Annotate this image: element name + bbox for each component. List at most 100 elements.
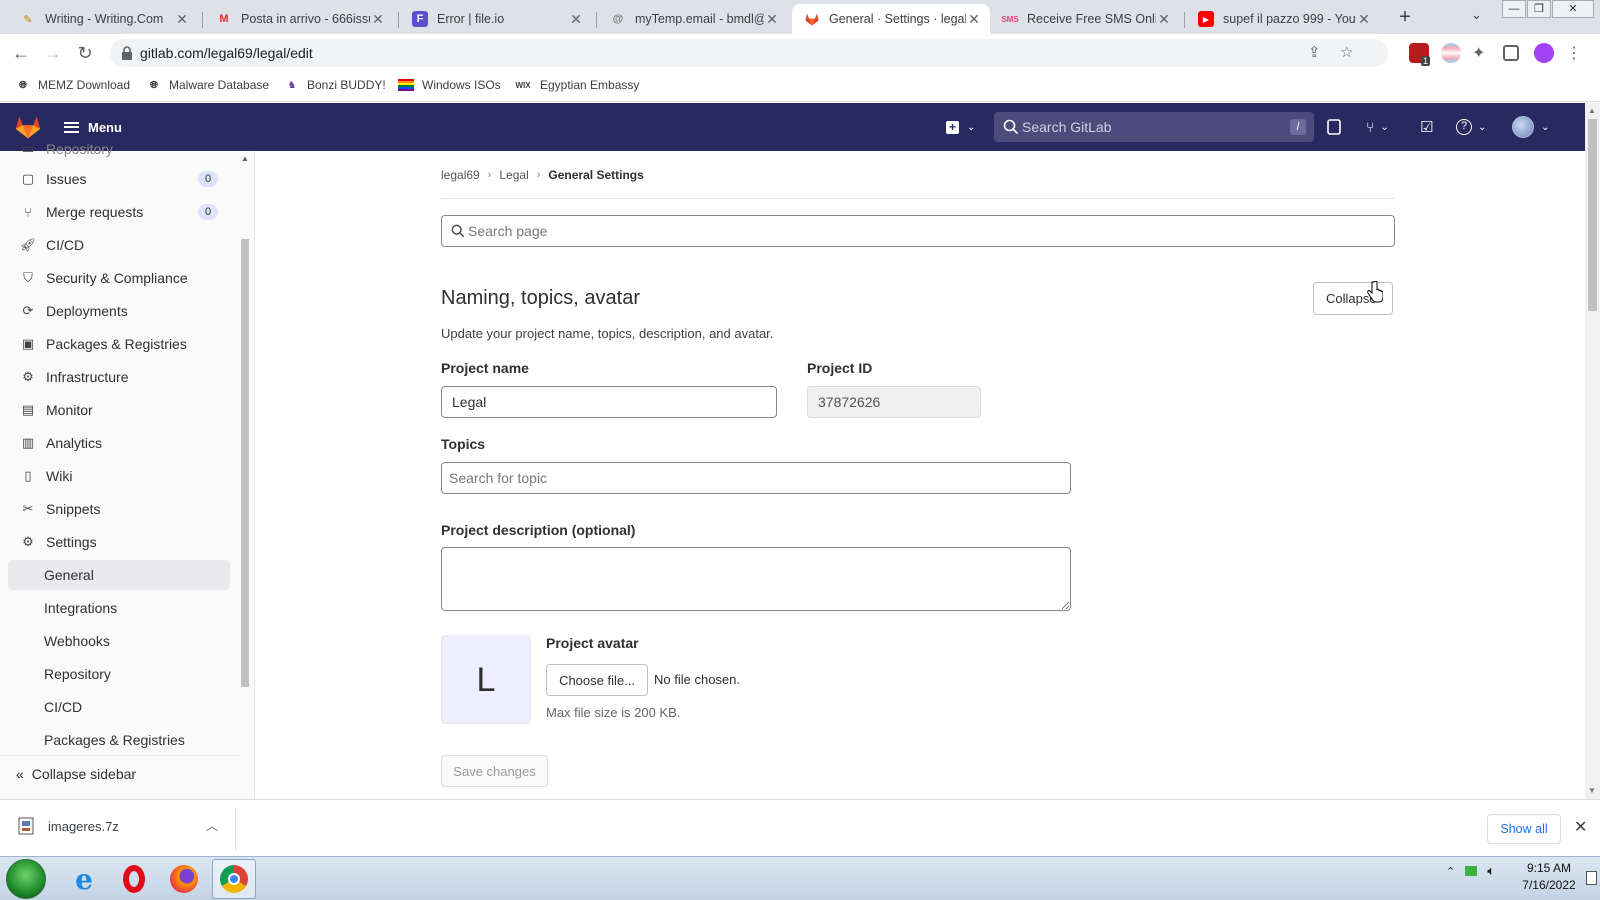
breadcrumb: legal69 › Legal › General Settings	[441, 168, 644, 182]
project-description-textarea[interactable]	[441, 547, 1071, 611]
sidebar-item-partial[interactable]: ▭ Repository	[8, 139, 230, 159]
back-arrow-icon[interactable]: ←	[8, 40, 34, 66]
book-icon: ▯	[24, 468, 32, 483]
chrome-icon[interactable]	[212, 859, 256, 899]
todo-checkbox-icon[interactable]: ☑	[1420, 117, 1433, 137]
browser-tab[interactable]: @ myTemp.email - bmdl@ ✕	[598, 4, 788, 34]
bookmark-bonzi[interactable]: ♞ Bonzi BUDDY!	[285, 78, 386, 92]
sidebar-subitem-integrations[interactable]: Integrations	[8, 593, 230, 623]
sidebar-subitem-webhooks[interactable]: Webhooks	[8, 626, 230, 656]
action-center-flag-icon[interactable]	[1586, 871, 1597, 885]
collapse-sidebar-button[interactable]: « Collapse sidebar	[0, 755, 240, 791]
sidebar-subitem-packages[interactable]: Packages & Registries	[8, 725, 230, 755]
bookmark-malware-database[interactable]: 🌐︎ Malware Database	[147, 78, 269, 92]
scroll-up-arrow-icon[interactable]: ▲	[1588, 106, 1596, 115]
create-new-icon[interactable]: + ⌄	[946, 117, 975, 137]
close-tab-icon[interactable]: ✕	[1356, 11, 1372, 28]
sidebar-subitem-general[interactable]: General	[8, 560, 230, 590]
menu-button[interactable]: Menu	[64, 115, 122, 139]
search-page-field[interactable]	[441, 215, 1395, 247]
opera-icon[interactable]	[112, 859, 156, 899]
sidebar-item-security[interactable]: ⛉ Security & Compliance	[8, 263, 230, 293]
bookmark-windows-isos[interactable]: Windows ISOs	[398, 78, 501, 92]
browser-tab[interactable]: ✎ Writing - Writing.Com ✕	[8, 4, 198, 34]
breadcrumb-current[interactable]: General Settings	[548, 168, 643, 182]
sidebar-item-settings[interactable]: ⚙ Settings	[8, 527, 230, 557]
reload-icon[interactable]: ↻	[72, 40, 98, 66]
breadcrumb-link[interactable]: Legal	[499, 168, 528, 182]
browser-tab-active[interactable]: General · Settings · legal ✕	[792, 4, 990, 34]
close-tab-icon[interactable]: ✕	[764, 11, 780, 28]
forward-arrow-icon[interactable]: →	[40, 40, 66, 66]
page-scrollbar[interactable]: ▲ ▼	[1585, 103, 1600, 799]
sidebar-item-merge-requests[interactable]: ⑂ Merge requests 0	[8, 197, 230, 227]
chevron-up-icon[interactable]: ︿	[206, 817, 218, 834]
project-name-input[interactable]	[441, 386, 777, 418]
minimize-window-icon[interactable]: —	[1502, 0, 1526, 18]
bookmark-memz[interactable]: 🌐︎ MEMZ Download	[16, 78, 130, 92]
sidebar-subitem-cicd[interactable]: CI/CD	[8, 692, 230, 722]
merge-requests-icon[interactable]: ⑂ ⌄	[1366, 117, 1389, 137]
url-text[interactable]: gitlab.com/legal69/legal/edit	[140, 45, 313, 61]
volume-icon[interactable]: 🔈︎	[1487, 863, 1495, 879]
address-bar[interactable]: gitlab.com/legal69/legal/edit ⇪ ☆	[110, 39, 1388, 67]
taskbar-clock[interactable]: 9:15 AM 7/16/2022	[1514, 860, 1584, 894]
scroll-down-arrow-icon[interactable]: ▼	[1588, 786, 1596, 795]
browser-tab[interactable]: F Error | file.io ✕	[400, 4, 592, 34]
windows-start-button[interactable]	[6, 859, 46, 899]
kebab-menu-icon[interactable]: ⋮	[1566, 43, 1586, 63]
close-tab-icon[interactable]: ✕	[370, 11, 386, 28]
tab-search-chevron-icon[interactable]: ⌄	[1471, 7, 1482, 23]
browser-tab[interactable]: ▶ supef il pazzo 999 - YouT ✕	[1186, 4, 1380, 34]
side-panel-icon[interactable]	[1503, 45, 1519, 61]
show-all-downloads-button[interactable]: Show all	[1487, 814, 1561, 844]
sidebar-item-packages[interactable]: ▣ Packages & Registries	[8, 329, 230, 359]
help-icon[interactable]: ? ⌄	[1456, 117, 1486, 137]
breadcrumb-link[interactable]: legal69	[441, 168, 480, 182]
sidebar-item-deployments[interactable]: ⟳ Deployments	[8, 296, 230, 326]
sidebar-item-issues[interactable]: ▢ Issues 0	[8, 164, 230, 194]
new-tab-button[interactable]: +	[1392, 5, 1418, 31]
sidebar-item-monitor[interactable]: ▤ Monitor	[8, 395, 230, 425]
sidebar-item-wiki[interactable]: ▯ Wiki	[8, 461, 230, 491]
sidebar-item-cicd[interactable]: 🚀︎ CI/CD	[8, 230, 230, 260]
sidebar-subitem-repository[interactable]: Repository	[8, 659, 230, 689]
close-tab-icon[interactable]: ✕	[966, 11, 982, 28]
restore-window-icon[interactable]: ❐	[1527, 0, 1551, 18]
chevron-down-icon[interactable]: ⌄	[1541, 117, 1549, 137]
issues-icon[interactable]	[1327, 117, 1341, 137]
share-icon[interactable]: ⇪	[1308, 43, 1321, 61]
sidebar-item-snippets[interactable]: ✂ Snippets	[8, 494, 230, 524]
close-tab-icon[interactable]: ✕	[568, 11, 584, 28]
sidebar-item-analytics[interactable]: ▥ Analytics	[8, 428, 230, 458]
puzzle-extensions-icon[interactable]: ✦	[1472, 43, 1492, 63]
browser-tab[interactable]: M Posta in arrivo - 666issu ✕	[204, 4, 394, 34]
download-item[interactable]: imageres.7z	[18, 817, 119, 835]
page-scrollbar-thumb[interactable]	[1588, 119, 1597, 311]
scroll-up-arrow-icon[interactable]: ▲	[241, 154, 249, 163]
bookmark-egyptian-embassy[interactable]: WIX Egyptian Embassy	[514, 78, 639, 92]
close-tab-icon[interactable]: ✕	[174, 11, 190, 28]
battery-icon[interactable]	[1465, 866, 1478, 876]
internet-explorer-icon[interactable]: e	[62, 859, 106, 899]
close-downloads-icon[interactable]: ✕	[1574, 817, 1587, 837]
close-window-icon[interactable]: ✕	[1552, 0, 1594, 18]
search-page-input[interactable]	[468, 217, 1368, 245]
gitlab-logo-icon[interactable]	[14, 113, 42, 141]
close-tab-icon[interactable]: ✕	[1156, 11, 1172, 28]
gitlab-search[interactable]: Search GitLab /	[994, 112, 1314, 142]
show-hidden-icons-icon[interactable]: ⌃	[1446, 865, 1455, 878]
firefox-icon[interactable]	[162, 859, 206, 899]
profile-avatar-icon[interactable]	[1534, 43, 1554, 63]
project-id-input[interactable]	[807, 386, 981, 418]
sidebar-scrollbar-thumb[interactable]	[241, 239, 249, 687]
topics-input[interactable]	[441, 462, 1071, 494]
flag-extension-icon[interactable]	[1441, 43, 1461, 63]
writing-com-icon: ✎	[23, 13, 33, 26]
save-changes-button[interactable]: Save changes	[441, 755, 548, 787]
sidebar-item-infrastructure[interactable]: ⚙ Infrastructure	[8, 362, 230, 392]
bookmark-star-icon[interactable]: ☆	[1340, 43, 1353, 61]
browser-tab[interactable]: SMS Receive Free SMS Online ✕	[990, 4, 1180, 34]
choose-file-button[interactable]: Choose file...	[546, 664, 648, 696]
user-avatar[interactable]	[1512, 116, 1534, 138]
